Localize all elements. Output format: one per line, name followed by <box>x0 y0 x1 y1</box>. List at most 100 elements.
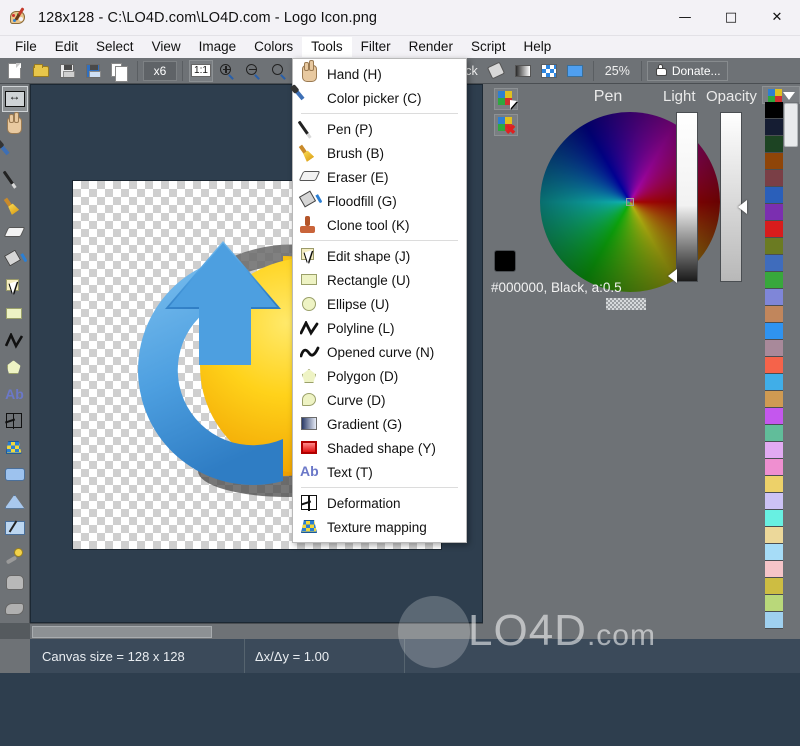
menu-item-curve[interactable]: Curve (D) <box>293 388 466 412</box>
fill-bucket-button[interactable] <box>485 60 509 82</box>
menu-edit[interactable]: Edit <box>46 37 87 57</box>
palette-swatch[interactable] <box>765 255 783 272</box>
palette-swatch[interactable] <box>765 289 783 306</box>
tool-color-picker[interactable] <box>0 140 28 166</box>
open-file-button[interactable] <box>29 60 53 82</box>
palette-swatch[interactable] <box>765 595 783 612</box>
palette-swatch[interactable] <box>765 459 783 476</box>
palette-swatch[interactable] <box>765 391 783 408</box>
menu-item-eraser[interactable]: Eraser (E) <box>293 165 466 189</box>
menu-item-deformation[interactable]: Deformation <box>293 491 466 515</box>
tool-floodfill[interactable] <box>2 247 28 273</box>
tool-magic-wand[interactable] <box>2 516 28 542</box>
menu-colors[interactable]: Colors <box>245 37 302 57</box>
actual-size-button[interactable]: 1:1 <box>189 59 213 82</box>
menu-item-hand[interactable]: Hand (H) <box>293 60 466 86</box>
palette-swatch[interactable] <box>765 136 783 153</box>
color-palette[interactable] <box>765 102 783 639</box>
palette-scrollbar-thumb[interactable] <box>784 103 798 147</box>
palette-swatch[interactable] <box>765 221 783 238</box>
palette-swatch[interactable] <box>765 238 783 255</box>
tool-grab[interactable] <box>2 569 28 595</box>
menu-filter[interactable]: Filter <box>352 37 400 57</box>
tool-texture-mapping[interactable] <box>2 435 28 461</box>
close-button[interactable]: ✕ <box>754 0 800 36</box>
menu-item-brush[interactable]: Brush (B) <box>293 141 466 165</box>
tool-hand[interactable] <box>2 111 28 139</box>
menu-view[interactable]: View <box>143 37 190 57</box>
menu-item-gradient[interactable]: Gradient (G) <box>293 412 466 436</box>
zoom-percent-label[interactable]: 25% <box>599 61 636 81</box>
palette-swatch[interactable] <box>765 425 783 442</box>
tool-triangle[interactable] <box>2 489 28 515</box>
palette-swatch[interactable] <box>765 476 783 493</box>
menu-tools[interactable]: Tools <box>302 37 352 57</box>
menu-file[interactable]: File <box>6 37 46 57</box>
opacity-slider-handle[interactable] <box>738 200 747 214</box>
menu-item-floodfill[interactable]: Floodfill (G) <box>293 189 466 213</box>
menu-item-edit-shape[interactable]: Edit shape (J) <box>293 244 466 268</box>
tool-eraser[interactable] <box>2 220 28 246</box>
palette-swatch[interactable] <box>765 170 783 187</box>
menu-help[interactable]: Help <box>514 37 560 57</box>
palette-swatch[interactable] <box>765 612 783 629</box>
menu-item-color-picker[interactable]: Color picker (C) <box>293 86 466 110</box>
canvas-horizontal-scrollbar[interactable] <box>30 623 483 639</box>
zoom-fit-button[interactable] <box>267 60 291 82</box>
palette-swatch[interactable] <box>765 306 783 323</box>
tool-brush[interactable] <box>2 193 28 219</box>
palette-swatch[interactable] <box>765 102 783 119</box>
light-slider-handle[interactable] <box>668 269 677 283</box>
menu-item-rectangle[interactable]: Rectangle (U) <box>293 268 466 292</box>
remove-color-icon[interactable]: ✖ <box>494 114 518 136</box>
palette-swatch[interactable] <box>765 578 783 595</box>
menu-script[interactable]: Script <box>462 37 515 57</box>
palette-swatch[interactable] <box>765 340 783 357</box>
pick-color-icon[interactable] <box>494 88 518 110</box>
color-wheel-selector[interactable] <box>626 198 634 206</box>
tool-rectangle[interactable] <box>2 301 28 327</box>
menu-item-clone-tool[interactable]: Clone tool (K) <box>293 213 466 237</box>
palette-swatch[interactable] <box>765 187 783 204</box>
palette-swatch[interactable] <box>765 510 783 527</box>
zoom-out-button[interactable] <box>241 60 265 82</box>
tool-light[interactable] <box>2 542 28 568</box>
tool-text[interactable]: Ab <box>2 381 28 407</box>
menu-select[interactable]: Select <box>87 37 143 57</box>
menu-item-pen[interactable]: Pen (P) <box>293 117 466 141</box>
maximize-button[interactable]: □ <box>708 0 754 36</box>
palette-swatch[interactable] <box>765 357 783 374</box>
palette-swatch[interactable] <box>765 493 783 510</box>
palette-scrollbar[interactable] <box>783 102 799 639</box>
tool-polygon[interactable] <box>2 354 28 380</box>
tool-smudge[interactable] <box>2 596 28 622</box>
zoom-factor-label[interactable]: x6 <box>143 60 177 81</box>
minimize-button[interactable]: — <box>662 0 708 36</box>
opacity-slider[interactable] <box>720 112 742 282</box>
palette-swatch[interactable] <box>765 408 783 425</box>
palette-swatch[interactable] <box>765 323 783 340</box>
tool-deformation[interactable] <box>2 408 28 434</box>
solid-color-button[interactable] <box>563 60 587 82</box>
palette-swatch[interactable] <box>765 561 783 578</box>
checker-pattern-button[interactable] <box>537 60 561 82</box>
menu-item-texture-mapping[interactable]: Texture mapping <box>293 515 466 539</box>
palette-swatch[interactable] <box>765 442 783 459</box>
menu-item-polyline[interactable]: Polyline (L) <box>293 316 466 340</box>
save-as-button[interactable] <box>81 60 105 82</box>
palette-swatch[interactable] <box>765 527 783 544</box>
save-button[interactable] <box>55 60 79 82</box>
scrollbar-thumb[interactable] <box>32 626 212 638</box>
menu-render[interactable]: Render <box>400 37 462 57</box>
light-slider[interactable] <box>676 112 698 282</box>
palette-swatch[interactable] <box>765 544 783 561</box>
tool-resize[interactable] <box>1 86 28 112</box>
tool-polyline[interactable] <box>2 328 28 354</box>
zoom-in-button[interactable] <box>215 60 239 82</box>
palette-swatch[interactable] <box>765 119 783 136</box>
menu-image[interactable]: Image <box>190 37 246 57</box>
tool-edit-shape[interactable] <box>2 274 28 300</box>
gradient-preview-button[interactable] <box>511 60 535 82</box>
menu-item-shaded-shape[interactable]: Shaded shape (Y) <box>293 436 466 460</box>
palette-swatch[interactable] <box>765 374 783 391</box>
